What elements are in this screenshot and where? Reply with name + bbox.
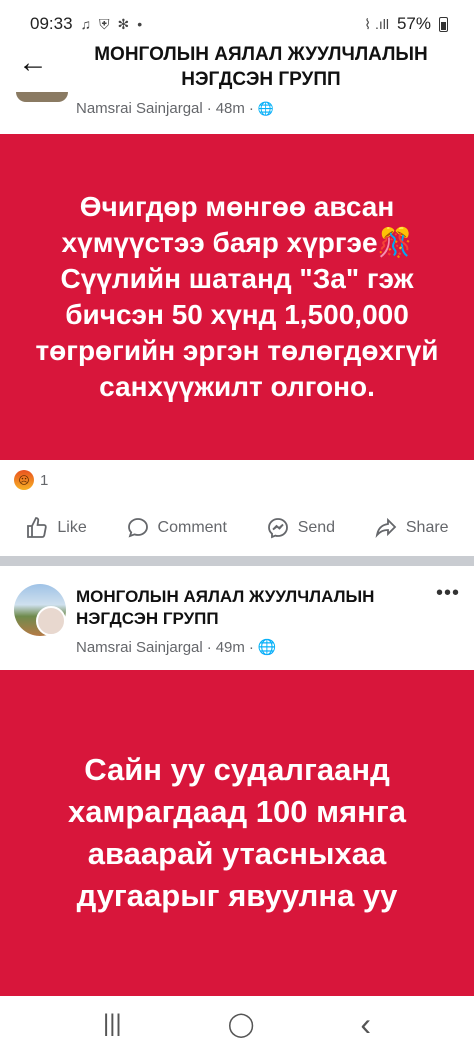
back-arrow-icon[interactable]: ← [18, 48, 48, 78]
post1-time[interactable]: 48m [216, 100, 245, 117]
recent-apps-button[interactable]: ||| [103, 1010, 122, 1038]
status-right: ⌇ .ıll 57% [364, 14, 448, 34]
header-title: МОНГОЛЫН АЯЛАЛ ЖУУЛЧЛАЛЫН НЭГДСЭН ГРУПП [94, 44, 428, 90]
post1-author[interactable]: Namsrai Sainjargal [76, 100, 203, 117]
signal-icon: ⌇ .ıll [364, 15, 389, 32]
comment-label: Comment [157, 519, 227, 536]
globe-icon: 🌐 [257, 100, 275, 116]
post2-time[interactable]: 49m [216, 639, 245, 656]
author-avatar-badge[interactable] [36, 606, 66, 636]
meta-separator: · [248, 100, 254, 117]
notification-dot-icon: • [137, 16, 143, 32]
post-divider [0, 556, 474, 566]
battery-percent: 57% [396, 14, 431, 33]
post2-text: Сайн уу судалгаанд хамрагдаад 100 мянга … [67, 752, 406, 913]
share-icon [375, 517, 397, 539]
angry-reaction-icon: ☹ [14, 470, 34, 490]
post1-meta: Namsrai Sainjargal · 48m · 🌐 [76, 100, 274, 117]
home-button[interactable]: ◯ [228, 1010, 255, 1039]
comment-button[interactable]: Comment [126, 516, 227, 540]
send-label: Send [297, 519, 336, 536]
messenger-icon [267, 518, 288, 539]
battery-icon [439, 16, 448, 32]
share-label: Share [405, 519, 449, 536]
post2-group-name[interactable]: МОНГОЛЫН АЯЛАЛ ЖУУЛЧЛАЛЫН НЭГДСЭН ГРУПП [76, 586, 406, 630]
system-nav-bar: ||| ◯ ‹ [0, 996, 474, 1052]
like-button[interactable]: Like [25, 516, 87, 540]
share-button[interactable]: Share [374, 516, 449, 540]
back-button[interactable]: ‹ [360, 1006, 371, 1043]
reaction-count: 1 [40, 471, 49, 489]
shield-icon: ⛨ [99, 15, 110, 32]
post2-author[interactable]: Namsrai Sainjargal [76, 639, 203, 656]
globe-icon: 🌐 [257, 639, 277, 656]
post1-text-card[interactable]: Өчигдөр мөнгөө авсан хүмүүстээ баяр хүрг… [0, 134, 474, 460]
meta-separator: · [206, 638, 212, 656]
more-options-icon[interactable]: ••• [436, 582, 460, 605]
post-actions: Like Comment Send Share [0, 506, 474, 550]
clock: 09:33 [30, 14, 73, 33]
post2-text-card[interactable]: Сайн уу судалгаанд хамрагдаад 100 мянга … [0, 670, 474, 996]
meta-separator: · [206, 100, 212, 117]
like-label: Like [57, 519, 87, 536]
settings-dot-icon: ✻ [117, 15, 130, 32]
send-button[interactable]: Send [266, 516, 335, 540]
music-icon: ♫ [80, 16, 92, 32]
like-icon [27, 517, 48, 538]
status-left: 09:33 ♫ ⛨ ✻ • [30, 14, 142, 34]
comment-icon [127, 518, 148, 538]
post1-text: Өчигдөр мөнгөө авсан хүмүүстээ баяр хүрг… [35, 191, 439, 402]
reactions-summary[interactable]: ☹ 1 [14, 470, 48, 490]
author-avatar-partial[interactable] [16, 92, 68, 102]
post2-header: МОНГОЛЫН АЯЛАЛ ЖУУЛЧЛАЛЫН НЭГДСЭН ГРУПП … [0, 566, 474, 670]
meta-separator: · [248, 638, 254, 656]
post2-meta: Namsrai Sainjargal · 49m · 🌐 [76, 638, 277, 657]
app-header: ← МОНГОЛЫН АЯЛАЛ ЖУУЛЧЛАЛЫН НЭГДСЭН ГРУП… [0, 36, 474, 96]
